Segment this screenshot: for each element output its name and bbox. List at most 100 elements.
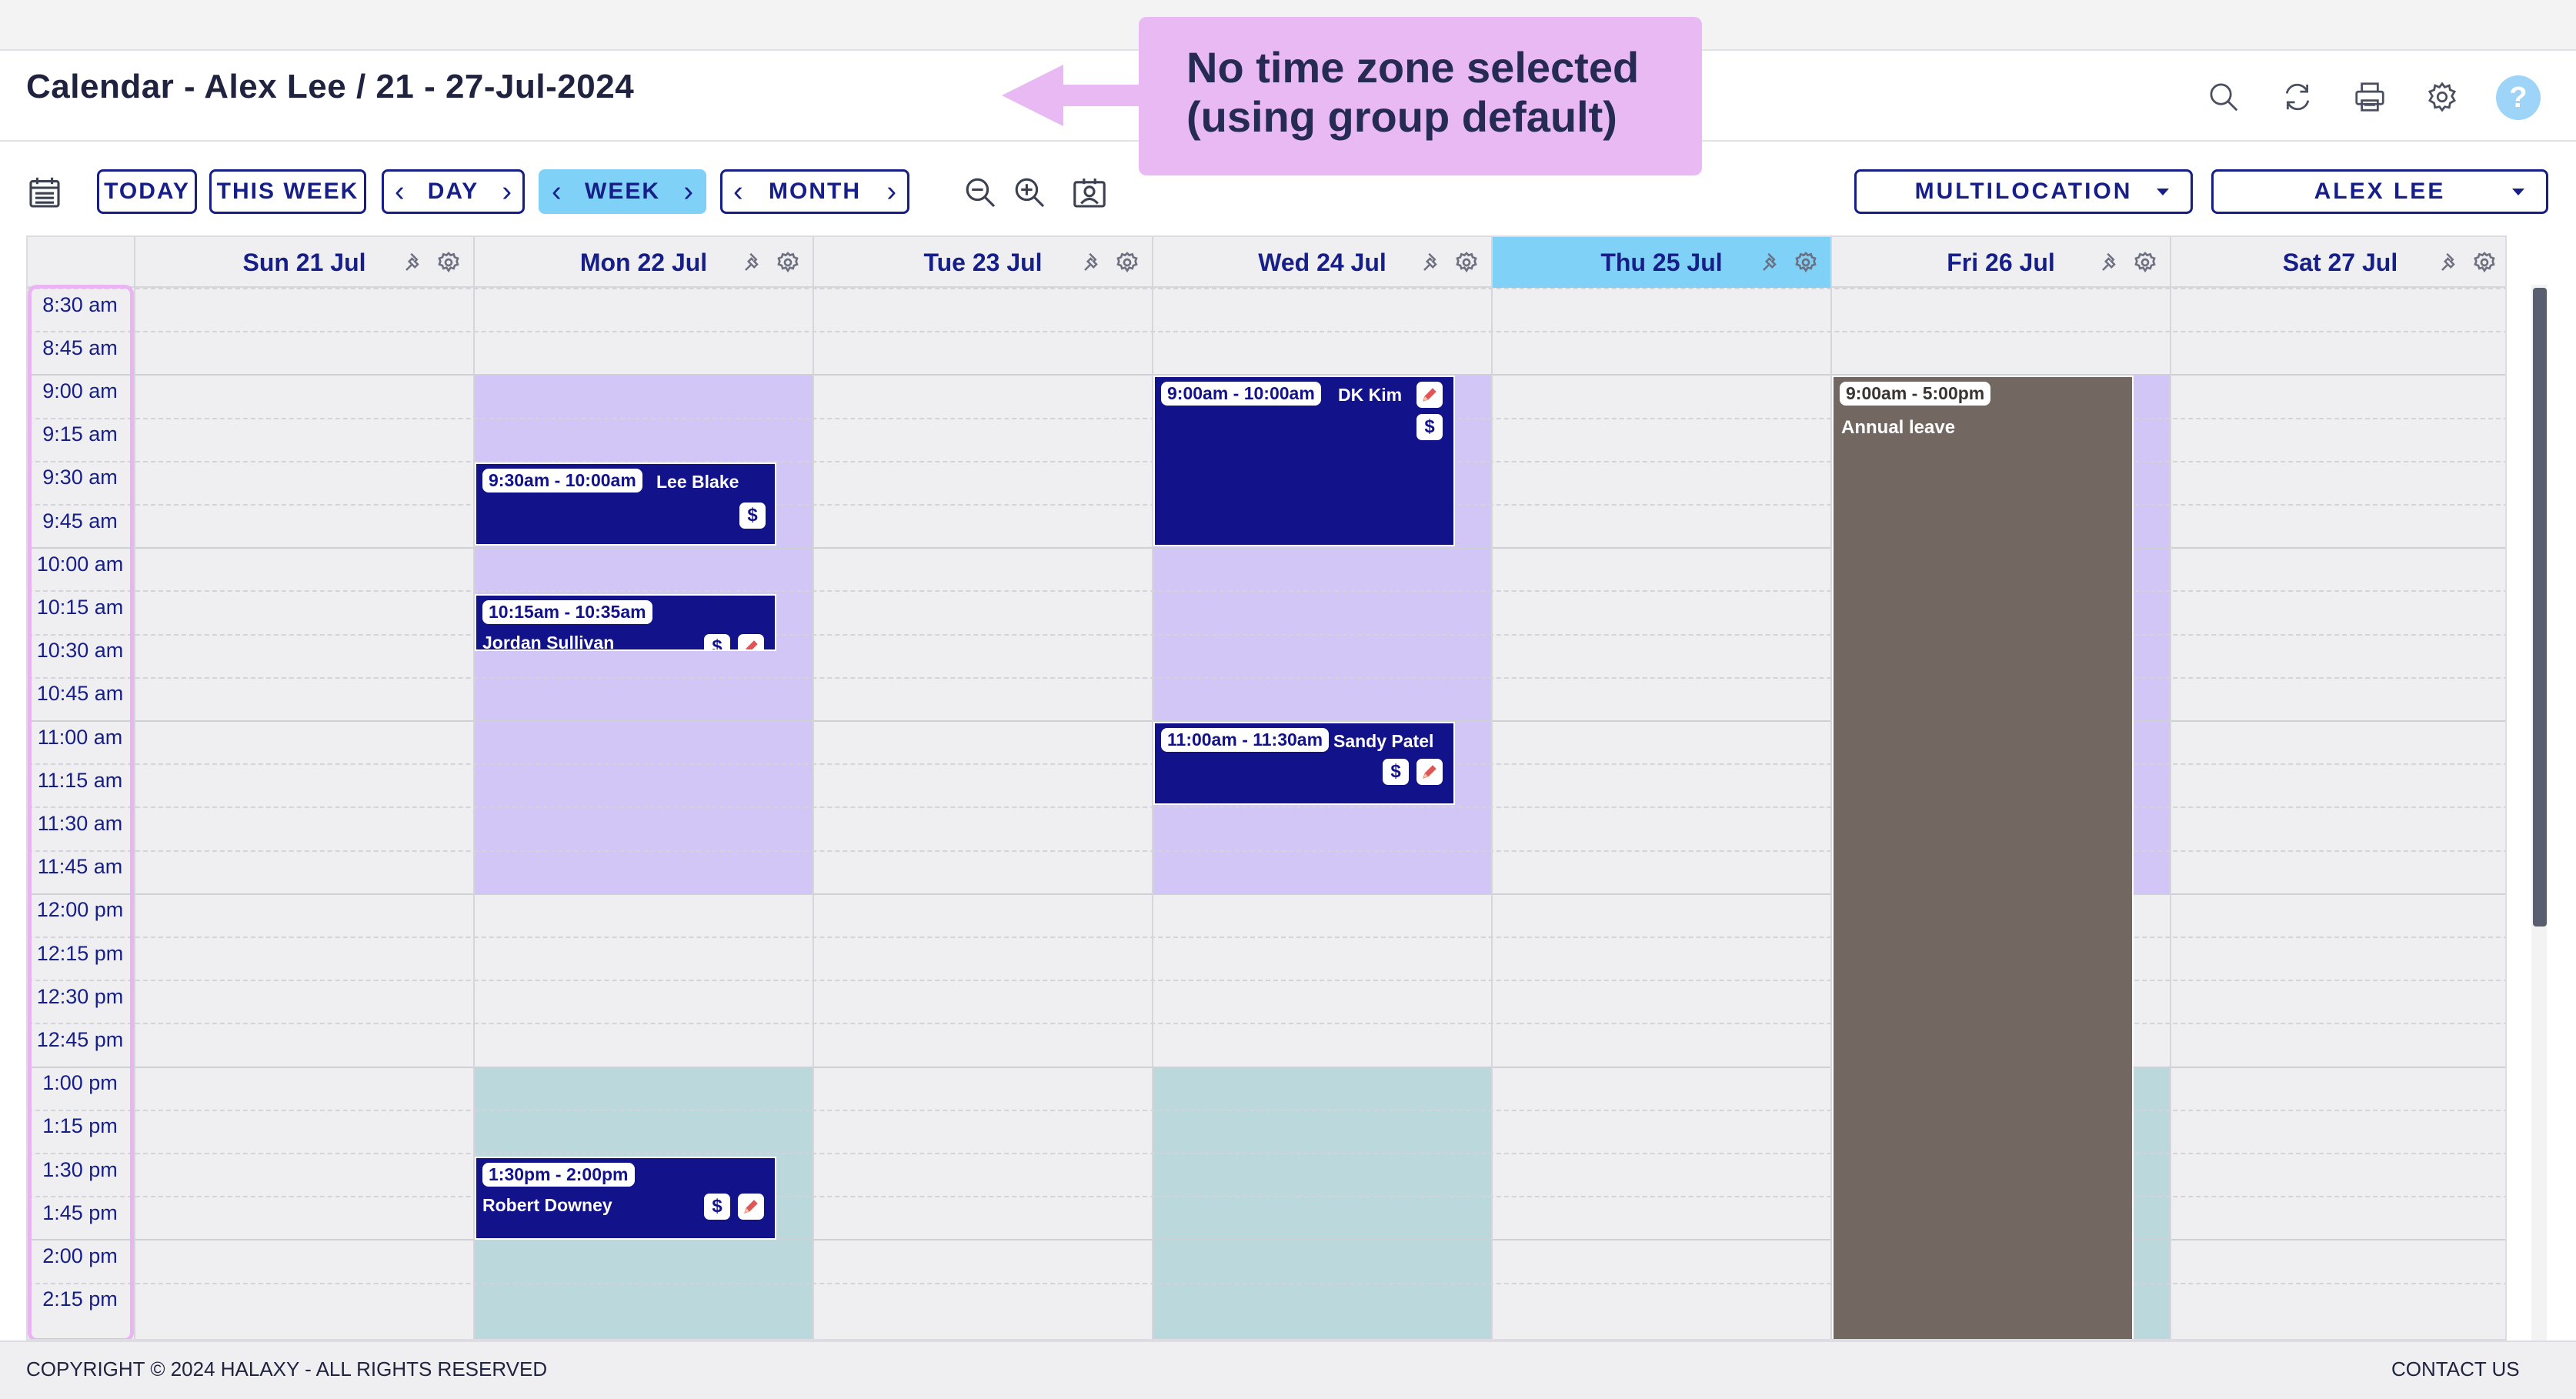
print-icon[interactable] bbox=[2348, 75, 2391, 119]
help-button[interactable]: ? bbox=[2496, 75, 2541, 120]
column-line bbox=[813, 288, 814, 1339]
patient-name: Robert Downey bbox=[482, 1194, 612, 1215]
pin-icon[interactable] bbox=[402, 251, 425, 274]
day-name: Thu 25 Jul bbox=[1600, 248, 1723, 276]
day-name: Sun 21 Jul bbox=[242, 248, 366, 276]
billing-icon[interactable]: $ bbox=[739, 502, 766, 529]
slot-line bbox=[28, 937, 2505, 938]
pin-icon[interactable] bbox=[2438, 251, 2461, 274]
slot-line bbox=[28, 850, 2505, 852]
calendar-grid: Sun 21 Jul Mon 22 Jul Tue 23 Jul Wed 24 Jul… bbox=[28, 237, 2505, 1339]
slot-line bbox=[28, 547, 2505, 549]
zoom-in-icon[interactable] bbox=[1008, 171, 1051, 214]
edit-note-icon[interactable] bbox=[1416, 759, 1443, 785]
next-day-icon[interactable]: › bbox=[491, 175, 522, 209]
day-header[interactable]: Mon 22 Jul bbox=[473, 237, 813, 288]
callout-text: No time zone selected (using group defau… bbox=[1186, 43, 1640, 141]
appointment-block[interactable]: 9:00am - 10:00am DK Kim $ bbox=[1153, 376, 1455, 547]
timezone-callout: No time zone selected (using group defau… bbox=[1139, 17, 1702, 175]
patient-name: DK Kim bbox=[1338, 385, 1403, 406]
day-header[interactable]: Fri 26 Jul bbox=[1830, 237, 2170, 288]
appointment-time: 9:00am - 10:00am bbox=[1161, 382, 1321, 406]
appointment-block[interactable]: 1:30pm - 2:00pm Robert Downey $ bbox=[475, 1156, 776, 1240]
day-name: Mon 22 Jul bbox=[579, 248, 708, 276]
billing-icon[interactable]: $ bbox=[1383, 759, 1409, 785]
appointment-time: 11:00am - 11:30am bbox=[1161, 728, 1330, 752]
billing-icon[interactable]: $ bbox=[704, 1193, 730, 1220]
day-name: Sat 27 Jul bbox=[2282, 248, 2398, 276]
gear-icon[interactable] bbox=[2421, 75, 2464, 119]
day-name: Tue 23 Jul bbox=[923, 248, 1043, 276]
edit-note-icon[interactable] bbox=[738, 634, 764, 650]
settings-gear-icon[interactable] bbox=[2133, 250, 2157, 275]
prev-day-icon[interactable]: ‹ bbox=[384, 175, 415, 209]
search-icon[interactable] bbox=[2202, 75, 2245, 119]
day-header[interactable]: Thu 25 Jul bbox=[1491, 237, 1830, 288]
settings-gear-icon[interactable] bbox=[1454, 250, 1479, 275]
this-week-button[interactable]: THIS WEEK bbox=[209, 169, 366, 214]
edit-note-icon[interactable] bbox=[1416, 382, 1443, 409]
settings-gear-icon[interactable] bbox=[1794, 250, 1818, 275]
next-week-icon[interactable]: › bbox=[672, 175, 704, 209]
slot-line bbox=[28, 893, 2505, 895]
settings-gear-icon[interactable] bbox=[436, 250, 461, 275]
scrollbar-thumb[interactable] bbox=[2533, 288, 2547, 927]
day-header[interactable]: Sat 27 Jul bbox=[2170, 237, 2505, 288]
pin-icon[interactable] bbox=[1420, 251, 1443, 274]
today-button[interactable]: TODAY bbox=[97, 169, 197, 214]
leave-time: 9:00am - 5:00pm bbox=[1840, 382, 1991, 406]
teal-block-wed bbox=[1152, 1066, 1491, 1339]
callout-arrow-icon bbox=[1002, 65, 1148, 126]
slot-line bbox=[28, 590, 2505, 593]
slot-line bbox=[28, 288, 2505, 289]
day-name: Wed 24 Jul bbox=[1258, 248, 1386, 276]
day-view-button[interactable]: ‹ DAY › bbox=[382, 169, 525, 214]
slot-line bbox=[28, 1109, 2505, 1111]
pin-icon[interactable] bbox=[2099, 251, 2122, 274]
pin-icon[interactable] bbox=[1081, 251, 1104, 274]
edit-note-icon[interactable] bbox=[738, 1193, 764, 1220]
settings-gear-icon[interactable] bbox=[2472, 250, 2497, 275]
slot-line bbox=[28, 676, 2505, 679]
billing-icon[interactable]: $ bbox=[704, 634, 730, 650]
leave-block[interactable]: 9:00am - 5:00pm Annual leave bbox=[1832, 376, 2134, 1339]
location-caret-icon bbox=[2157, 189, 2169, 195]
appointment-block[interactable]: 10:15am - 10:35am Jordan Sullivan $ bbox=[475, 594, 776, 652]
column-line bbox=[134, 288, 135, 1339]
appointment-time: 1:30pm - 2:00pm bbox=[482, 1162, 635, 1187]
pin-icon[interactable] bbox=[1760, 251, 1783, 274]
practitioner-caret-icon bbox=[2512, 189, 2524, 195]
slot-line bbox=[28, 1066, 2505, 1068]
day-name: Fri 26 Jul bbox=[1947, 248, 2055, 276]
day-header[interactable]: Tue 23 Jul bbox=[813, 237, 1152, 288]
calendar-picker-icon[interactable] bbox=[23, 171, 66, 214]
appointment-block[interactable]: 9:30am - 10:00am Lee Blake $ bbox=[475, 462, 776, 546]
location-select[interactable]: MULTILOCATION bbox=[1854, 169, 2193, 214]
week-view-button[interactable]: ‹ WEEK › bbox=[539, 169, 706, 214]
appointment-block[interactable]: 11:00am - 11:30am Sandy Patel $ bbox=[1153, 722, 1455, 805]
pin-icon[interactable] bbox=[742, 251, 765, 274]
prev-month-icon[interactable]: ‹ bbox=[722, 175, 754, 209]
copyright-text: COPYRIGHT © 2024 HALAXY - ALL RIGHTS RES… bbox=[26, 1357, 548, 1381]
month-view-button[interactable]: ‹ MONTH › bbox=[720, 169, 909, 214]
refresh-icon[interactable] bbox=[2276, 75, 2319, 119]
settings-gear-icon[interactable] bbox=[1115, 250, 1140, 275]
patient-name: Lee Blake bbox=[656, 471, 739, 492]
slot-line bbox=[28, 1196, 2505, 1198]
zoom-out-icon[interactable] bbox=[959, 171, 1002, 214]
contact-card-icon[interactable] bbox=[1068, 171, 1111, 214]
appointment-time: 9:30am - 10:00am bbox=[482, 468, 642, 492]
day-header[interactable]: Wed 24 Jul bbox=[1152, 237, 1491, 288]
settings-gear-icon[interactable] bbox=[776, 250, 800, 275]
next-month-icon[interactable]: › bbox=[876, 175, 907, 209]
slot-line bbox=[28, 633, 2505, 636]
column-line bbox=[2170, 288, 2171, 1339]
prev-week-icon[interactable]: ‹ bbox=[541, 175, 572, 209]
day-header[interactable]: Sun 21 Jul bbox=[134, 237, 473, 288]
contact-us-link[interactable]: CONTACT US bbox=[2391, 1357, 2520, 1381]
practitioner-select[interactable]: ALEX LEE bbox=[2211, 169, 2548, 214]
slot-line bbox=[28, 1282, 2505, 1284]
billing-icon[interactable]: $ bbox=[1416, 414, 1443, 441]
slot-line bbox=[28, 1239, 2505, 1241]
patient-name: Sandy Patel bbox=[1333, 731, 1434, 751]
